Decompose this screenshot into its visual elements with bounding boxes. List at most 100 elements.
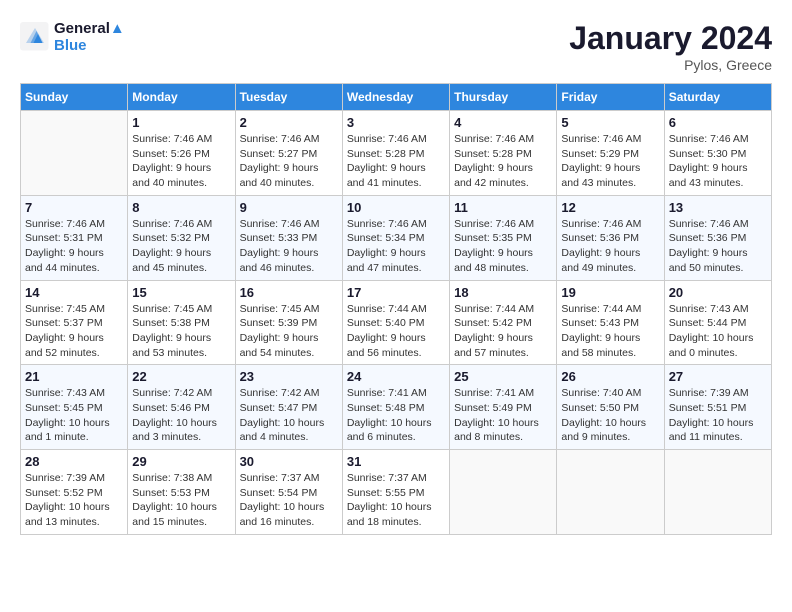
col-thursday: Thursday bbox=[450, 84, 557, 111]
day-number: 26 bbox=[561, 369, 659, 384]
table-row: 9 Sunrise: 7:46 AMSunset: 5:33 PMDaylight… bbox=[235, 195, 342, 280]
day-number: 1 bbox=[132, 115, 230, 130]
day-info: Sunrise: 7:46 AMSunset: 5:31 PMDaylight:… bbox=[25, 217, 123, 276]
day-info: Sunrise: 7:41 AMSunset: 5:49 PMDaylight:… bbox=[454, 386, 552, 445]
day-number: 5 bbox=[561, 115, 659, 130]
day-info: Sunrise: 7:45 AMSunset: 5:38 PMDaylight:… bbox=[132, 302, 230, 361]
day-number: 23 bbox=[240, 369, 338, 384]
day-number: 16 bbox=[240, 285, 338, 300]
table-row: 3 Sunrise: 7:46 AMSunset: 5:28 PMDaylight… bbox=[342, 111, 449, 196]
table-row: 11Sunrise: 7:46 AMSunset: 5:35 PMDayligh… bbox=[450, 195, 557, 280]
day-info: Sunrise: 7:46 AMSunset: 5:27 PMDaylight:… bbox=[240, 132, 338, 191]
table-row: 21Sunrise: 7:43 AMSunset: 5:45 PMDayligh… bbox=[21, 365, 128, 450]
table-row: 29 Sunrise: 7:38 AMSunset: 5:53 PMDayligh… bbox=[128, 450, 235, 535]
calendar-table: Sunday Monday Tuesday Wednesday Thursday… bbox=[20, 83, 772, 535]
table-row: 28 Sunrise: 7:39 AMSunset: 5:52 PMDayligh… bbox=[21, 450, 128, 535]
calendar-week-row: 21Sunrise: 7:43 AMSunset: 5:45 PMDayligh… bbox=[21, 365, 772, 450]
day-number: 2 bbox=[240, 115, 338, 130]
day-number: 7 bbox=[25, 200, 123, 215]
table-row: 30 Sunrise: 7:37 AMSunset: 5:54 PMDayligh… bbox=[235, 450, 342, 535]
day-info: Sunrise: 7:37 AMSunset: 5:55 PMDaylight:… bbox=[347, 471, 445, 530]
table-row: 25Sunrise: 7:41 AMSunset: 5:49 PMDayligh… bbox=[450, 365, 557, 450]
table-row: 22 Sunrise: 7:42 AMSunset: 5:46 PMDayligh… bbox=[128, 365, 235, 450]
day-info: Sunrise: 7:46 AMSunset: 5:33 PMDaylight:… bbox=[240, 217, 338, 276]
logo-icon bbox=[20, 22, 50, 52]
day-number: 13 bbox=[669, 200, 767, 215]
logo-text: General▲ Blue bbox=[54, 20, 125, 54]
table-row: 23 Sunrise: 7:42 AMSunset: 5:47 PMDayligh… bbox=[235, 365, 342, 450]
day-number: 21 bbox=[25, 369, 123, 384]
table-row: 2 Sunrise: 7:46 AMSunset: 5:27 PMDaylight… bbox=[235, 111, 342, 196]
col-sunday: Sunday bbox=[21, 84, 128, 111]
day-number: 20 bbox=[669, 285, 767, 300]
day-info: Sunrise: 7:46 AMSunset: 5:28 PMDaylight:… bbox=[454, 132, 552, 191]
day-info: Sunrise: 7:39 AMSunset: 5:51 PMDaylight:… bbox=[669, 386, 767, 445]
table-row: 15 Sunrise: 7:45 AMSunset: 5:38 PMDayligh… bbox=[128, 280, 235, 365]
table-row: 12Sunrise: 7:46 AMSunset: 5:36 PMDayligh… bbox=[557, 195, 664, 280]
day-info: Sunrise: 7:46 AMSunset: 5:32 PMDaylight:… bbox=[132, 217, 230, 276]
calendar-week-row: 1 Sunrise: 7:46 AMSunset: 5:26 PMDaylight… bbox=[21, 111, 772, 196]
day-number: 27 bbox=[669, 369, 767, 384]
month-title: January 2024 bbox=[569, 20, 772, 57]
calendar-header-row: Sunday Monday Tuesday Wednesday Thursday… bbox=[21, 84, 772, 111]
day-info: Sunrise: 7:39 AMSunset: 5:52 PMDaylight:… bbox=[25, 471, 123, 530]
table-row: 16 Sunrise: 7:45 AMSunset: 5:39 PMDayligh… bbox=[235, 280, 342, 365]
day-info: Sunrise: 7:45 AMSunset: 5:39 PMDaylight:… bbox=[240, 302, 338, 361]
col-friday: Friday bbox=[557, 84, 664, 111]
day-number: 14 bbox=[25, 285, 123, 300]
calendar-week-row: 14 Sunrise: 7:45 AMSunset: 5:37 PMDayligh… bbox=[21, 280, 772, 365]
calendar-week-row: 28 Sunrise: 7:39 AMSunset: 5:52 PMDayligh… bbox=[21, 450, 772, 535]
day-number: 10 bbox=[347, 200, 445, 215]
day-number: 29 bbox=[132, 454, 230, 469]
day-number: 22 bbox=[132, 369, 230, 384]
day-number: 28 bbox=[25, 454, 123, 469]
day-number: 15 bbox=[132, 285, 230, 300]
table-row: 13 Sunrise: 7:46 AMSunset: 5:36 PMDayligh… bbox=[664, 195, 771, 280]
table-row: 10Sunrise: 7:46 AMSunset: 5:34 PMDayligh… bbox=[342, 195, 449, 280]
day-number: 12 bbox=[561, 200, 659, 215]
day-number: 4 bbox=[454, 115, 552, 130]
day-info: Sunrise: 7:45 AMSunset: 5:37 PMDaylight:… bbox=[25, 302, 123, 361]
day-number: 31 bbox=[347, 454, 445, 469]
table-row bbox=[557, 450, 664, 535]
day-info: Sunrise: 7:44 AMSunset: 5:40 PMDaylight:… bbox=[347, 302, 445, 361]
day-number: 30 bbox=[240, 454, 338, 469]
day-info: Sunrise: 7:46 AMSunset: 5:30 PMDaylight:… bbox=[669, 132, 767, 191]
day-info: Sunrise: 7:43 AMSunset: 5:44 PMDaylight:… bbox=[669, 302, 767, 361]
day-info: Sunrise: 7:37 AMSunset: 5:54 PMDaylight:… bbox=[240, 471, 338, 530]
logo: General▲ Blue bbox=[20, 20, 125, 54]
day-number: 18 bbox=[454, 285, 552, 300]
title-block: January 2024 Pylos, Greece bbox=[569, 20, 772, 73]
col-monday: Monday bbox=[128, 84, 235, 111]
day-number: 9 bbox=[240, 200, 338, 215]
day-info: Sunrise: 7:46 AMSunset: 5:36 PMDaylight:… bbox=[669, 217, 767, 276]
day-info: Sunrise: 7:38 AMSunset: 5:53 PMDaylight:… bbox=[132, 471, 230, 530]
day-info: Sunrise: 7:40 AMSunset: 5:50 PMDaylight:… bbox=[561, 386, 659, 445]
day-number: 17 bbox=[347, 285, 445, 300]
table-row: 7 Sunrise: 7:46 AMSunset: 5:31 PMDaylight… bbox=[21, 195, 128, 280]
table-row: 24Sunrise: 7:41 AMSunset: 5:48 PMDayligh… bbox=[342, 365, 449, 450]
day-info: Sunrise: 7:46 AMSunset: 5:28 PMDaylight:… bbox=[347, 132, 445, 191]
table-row: 26 Sunrise: 7:40 AMSunset: 5:50 PMDayligh… bbox=[557, 365, 664, 450]
table-row: 20 Sunrise: 7:43 AMSunset: 5:44 PMDayligh… bbox=[664, 280, 771, 365]
day-info: Sunrise: 7:46 AMSunset: 5:29 PMDaylight:… bbox=[561, 132, 659, 191]
table-row: 19Sunrise: 7:44 AMSunset: 5:43 PMDayligh… bbox=[557, 280, 664, 365]
day-number: 3 bbox=[347, 115, 445, 130]
table-row: 31 Sunrise: 7:37 AMSunset: 5:55 PMDayligh… bbox=[342, 450, 449, 535]
col-tuesday: Tuesday bbox=[235, 84, 342, 111]
table-row: 14 Sunrise: 7:45 AMSunset: 5:37 PMDayligh… bbox=[21, 280, 128, 365]
table-row bbox=[664, 450, 771, 535]
table-row: 27 Sunrise: 7:39 AMSunset: 5:51 PMDayligh… bbox=[664, 365, 771, 450]
day-info: Sunrise: 7:41 AMSunset: 5:48 PMDaylight:… bbox=[347, 386, 445, 445]
day-info: Sunrise: 7:42 AMSunset: 5:47 PMDaylight:… bbox=[240, 386, 338, 445]
table-row: 4 Sunrise: 7:46 AMSunset: 5:28 PMDaylight… bbox=[450, 111, 557, 196]
table-row: 17 Sunrise: 7:44 AMSunset: 5:40 PMDayligh… bbox=[342, 280, 449, 365]
day-info: Sunrise: 7:44 AMSunset: 5:42 PMDaylight:… bbox=[454, 302, 552, 361]
day-number: 11 bbox=[454, 200, 552, 215]
table-row bbox=[21, 111, 128, 196]
table-row bbox=[450, 450, 557, 535]
day-info: Sunrise: 7:42 AMSunset: 5:46 PMDaylight:… bbox=[132, 386, 230, 445]
day-number: 19 bbox=[561, 285, 659, 300]
day-number: 6 bbox=[669, 115, 767, 130]
day-info: Sunrise: 7:46 AMSunset: 5:26 PMDaylight:… bbox=[132, 132, 230, 191]
